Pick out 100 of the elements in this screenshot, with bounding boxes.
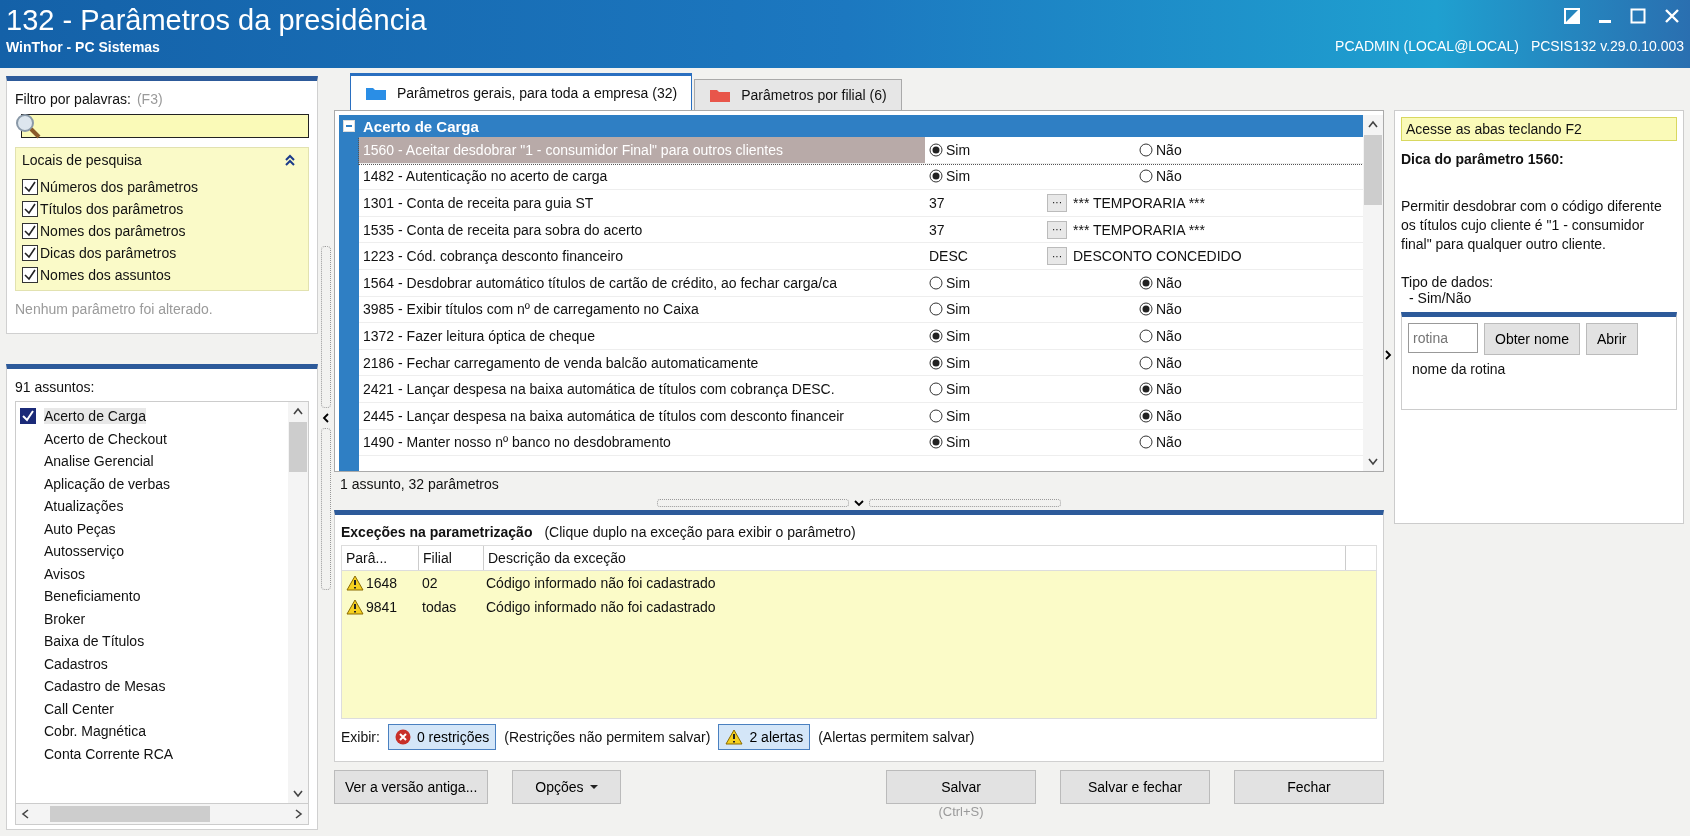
chevron-right-icon[interactable] xyxy=(1384,349,1392,361)
open-button[interactable]: Abrir xyxy=(1585,323,1638,355)
subject-item[interactable]: Conta Corrente RCA xyxy=(20,742,284,765)
column-header[interactable]: Parâ... xyxy=(342,546,419,570)
parameter-row[interactable]: 1223 - Cód. cobrança desconto financeiro DESC ··· DESCONTO CONCEDIDO xyxy=(359,243,1363,270)
subject-item[interactable]: Atualizações xyxy=(20,495,284,518)
subject-item[interactable]: Cadastros xyxy=(20,652,284,675)
scroll-right-icon[interactable] xyxy=(294,808,304,820)
scroll-up-icon[interactable] xyxy=(292,406,304,416)
yes-radio[interactable]: Sim xyxy=(925,168,1135,185)
parameter-row[interactable]: 2421 - Lançar despesa na baixa automática de títulos com cobrança DESC. Sim Não xyxy=(359,376,1363,403)
subject-item[interactable]: Call Center xyxy=(20,697,284,720)
parameter-row[interactable]: 1372 - Fazer leitura óptica de cheque Sim Não xyxy=(359,323,1363,350)
no-radio[interactable]: Não xyxy=(1135,168,1363,185)
yes-radio[interactable]: Sim xyxy=(925,301,1135,318)
show-label: Exibir: xyxy=(341,729,380,745)
tab[interactable]: Parâmetros gerais, para toda a empresa (32) xyxy=(350,73,693,110)
scroll-left-icon[interactable] xyxy=(20,808,30,820)
yes-radio[interactable]: Sim xyxy=(925,327,1135,344)
subject-item[interactable]: Avisos xyxy=(20,562,284,585)
search-place-checkbox[interactable]: Dicas dos parâmetros xyxy=(22,242,302,264)
subject-item[interactable]: Acerto de Checkout xyxy=(20,427,284,450)
exceptions-note: (Clique duplo na exceção para exibir o parâmetro) xyxy=(544,524,856,540)
column-header[interactable]: Descrição da exceção xyxy=(484,546,1346,570)
no-radio[interactable]: Não xyxy=(1135,407,1363,424)
parameter-row[interactable]: 1482 - Autenticação no acerto de carga Sim Não xyxy=(359,163,1363,191)
data-type-label: Tipo de dados: xyxy=(1401,274,1495,290)
parameter-row[interactable]: 3985 - Exibir títulos com nº de carregamento no Caixa Sim Não xyxy=(359,296,1363,324)
exception-row[interactable]: 9841 todas Código informado não foi cadastrado xyxy=(342,595,1376,619)
no-radio[interactable]: Não xyxy=(1135,354,1363,371)
exception-row[interactable]: 1648 02 Código informado não foi cadastrado xyxy=(342,571,1376,595)
no-radio[interactable]: Não xyxy=(1135,381,1363,398)
chevron-down-icon[interactable] xyxy=(853,499,865,507)
parameter-row[interactable]: 1301 - Conta de receita para guia ST 37 ··· *** TEMPORARIA *** xyxy=(359,190,1363,217)
yes-radio[interactable]: Sim xyxy=(925,354,1135,371)
radio-icon xyxy=(929,328,943,343)
yes-radio[interactable]: Sim xyxy=(925,141,1135,158)
parameter-row[interactable]: 2445 - Lançar despesa na baixa automática de títulos com desconto financeir Sim Não xyxy=(359,402,1363,430)
search-place-checkbox[interactable]: Nomes dos parâmetros xyxy=(22,220,302,242)
subject-item[interactable]: Auto Peças xyxy=(20,517,284,540)
scrollbar-thumb[interactable] xyxy=(1364,135,1382,205)
yes-radio[interactable]: Sim xyxy=(925,434,1135,451)
get-name-button[interactable]: Obter nome xyxy=(1484,323,1580,355)
subject-item[interactable]: Cadastro de Mesas xyxy=(20,675,284,698)
tab[interactable]: Parâmetros por filial (6) xyxy=(694,79,902,110)
subject-item[interactable]: Acerto de Carga xyxy=(20,405,284,428)
scroll-up-icon[interactable] xyxy=(1367,119,1379,129)
parameter-name: 1535 - Conta de receita para sobra do acerto xyxy=(362,221,644,238)
data-type-value: - Sim/Não xyxy=(1408,290,1473,306)
lookup-button[interactable]: ··· xyxy=(1047,220,1067,239)
yes-radio[interactable]: Sim xyxy=(925,274,1135,291)
chevron-left-icon[interactable] xyxy=(322,412,330,424)
yes-radio[interactable]: Sim xyxy=(925,407,1135,424)
parameter-row[interactable]: 1560 - Aceitar desdobrar "1 - consumidor Final" para outros clientes Sim Não xyxy=(359,137,1363,164)
restrictions-button[interactable]: 0 restrições xyxy=(387,724,497,750)
alerts-button[interactable]: 2 alertas xyxy=(718,724,811,750)
subject-item[interactable]: Broker xyxy=(20,607,284,630)
parameter-row[interactable]: 1490 - Manter nosso nº banco no desdobramento Sim Não xyxy=(359,429,1363,457)
no-radio[interactable]: Não xyxy=(1135,434,1363,451)
lookup-button[interactable]: ··· xyxy=(1047,194,1067,212)
parameter-row[interactable]: 1564 - Desdobrar automático títulos de cartão de crédito, ao fechar carga/ca Sim Não xyxy=(359,269,1363,297)
subject-item[interactable]: Analise Gerencial xyxy=(20,450,284,473)
no-radio[interactable]: Não xyxy=(1135,274,1363,291)
routine-input[interactable]: rotina xyxy=(1408,323,1478,353)
description-cell-text: Código informado não foi cadastrado xyxy=(485,575,716,591)
save-close-button[interactable]: Salvar e fechar xyxy=(1060,770,1210,804)
close-icon[interactable] xyxy=(1664,8,1680,24)
scrollbar-thumb[interactable] xyxy=(50,806,210,822)
parameter-row[interactable]: 2186 - Fechar carregamento de venda balcão automaticamente Sim Não xyxy=(359,349,1363,377)
scroll-down-icon[interactable] xyxy=(292,789,304,799)
no-radio[interactable]: Não xyxy=(1135,327,1363,344)
subject-item[interactable]: Baixa de Títulos xyxy=(20,630,284,653)
search-places-title: Locais de pesquisa xyxy=(22,152,142,168)
restore-icon[interactable] xyxy=(1564,8,1580,24)
save-button[interactable]: Salvar xyxy=(886,770,1036,804)
lookup-button[interactable]: ··· xyxy=(1047,247,1067,266)
subject-item[interactable]: Autosserviço xyxy=(20,540,284,563)
collapse-icon[interactable] xyxy=(284,154,296,166)
group-header[interactable]: Acerto de Carga xyxy=(339,115,1363,137)
search-place-checkbox[interactable]: Nomes dos assuntos xyxy=(22,264,302,286)
close-button[interactable]: Fechar xyxy=(1234,770,1384,804)
radio-icon xyxy=(929,169,943,184)
options-button[interactable]: Opções xyxy=(512,770,621,804)
search-place-checkbox[interactable]: Números dos parâmetros xyxy=(22,176,302,198)
search-place-checkbox[interactable]: Títulos dos parâmetros xyxy=(22,198,302,220)
filter-input[interactable] xyxy=(21,114,309,138)
radio-icon xyxy=(1139,408,1153,423)
subject-item[interactable]: Beneficiamento xyxy=(20,585,284,608)
yes-radio[interactable]: Sim xyxy=(925,381,1135,398)
old-version-button[interactable]: Ver a versão antiga... xyxy=(334,770,489,804)
maximize-icon[interactable] xyxy=(1630,8,1646,24)
scroll-down-icon[interactable] xyxy=(1367,457,1379,467)
subject-item[interactable]: Aplicação de verbas xyxy=(20,472,284,495)
no-radio[interactable]: Não xyxy=(1135,141,1363,158)
checkbox-icon xyxy=(22,201,38,217)
parameter-row[interactable]: 1535 - Conta de receita para sobra do acerto 37 ··· *** TEMPORARIA *** xyxy=(359,216,1363,244)
subject-item[interactable]: Cobr. Magnética xyxy=(20,720,284,743)
scrollbar-thumb[interactable] xyxy=(289,422,307,472)
no-radio[interactable]: Não xyxy=(1135,301,1363,318)
column-header[interactable]: Filial xyxy=(419,546,484,570)
